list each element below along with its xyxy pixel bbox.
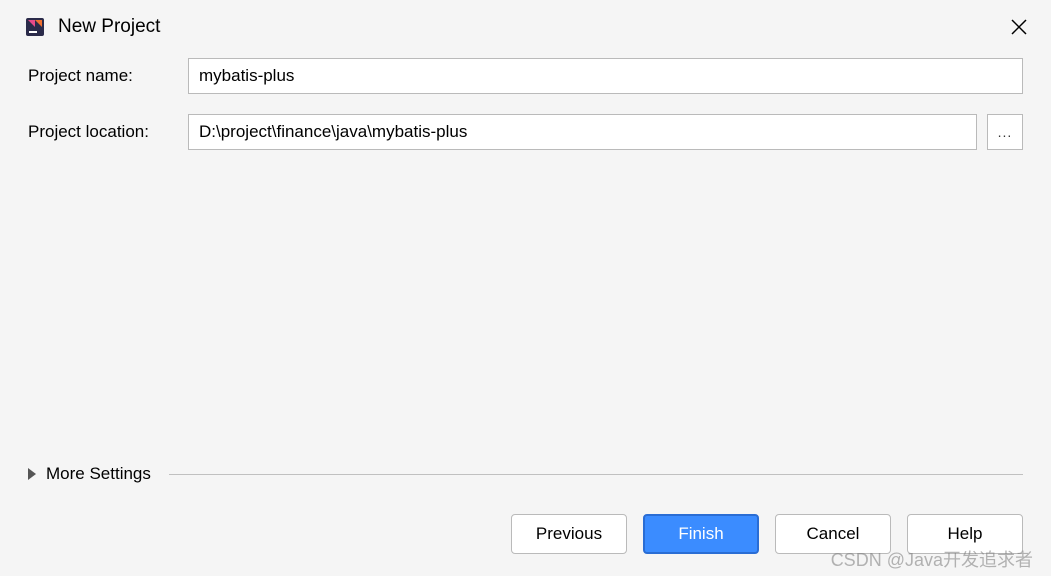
previous-button[interactable]: Previous — [511, 514, 627, 554]
dialog-title: New Project — [58, 16, 160, 38]
intellij-icon — [24, 16, 46, 38]
project-name-input[interactable] — [188, 58, 1023, 94]
cancel-button[interactable]: Cancel — [775, 514, 891, 554]
help-button[interactable]: Help — [907, 514, 1023, 554]
title-bar: New Project — [0, 0, 1051, 58]
finish-button[interactable]: Finish — [643, 514, 759, 554]
new-project-dialog: New Project Project name: Project locati… — [0, 0, 1051, 576]
browse-button[interactable]: ... — [987, 114, 1023, 150]
title-left: New Project — [24, 16, 160, 38]
dialog-content: Project name: Project location: ... More… — [0, 58, 1051, 496]
content-spacer — [28, 170, 1023, 456]
more-settings-toggle[interactable]: More Settings — [28, 456, 1023, 496]
button-bar: Previous Finish Cancel Help — [0, 496, 1051, 576]
project-name-label: Project name: — [28, 66, 178, 86]
project-location-input[interactable] — [188, 114, 977, 150]
more-settings-separator — [169, 474, 1023, 475]
chevron-right-icon — [28, 468, 36, 480]
project-name-row: Project name: — [28, 58, 1023, 94]
project-location-row: Project location: ... — [28, 114, 1023, 150]
project-location-label: Project location: — [28, 122, 178, 142]
close-button[interactable] — [1009, 17, 1029, 37]
more-settings-label: More Settings — [46, 464, 159, 484]
